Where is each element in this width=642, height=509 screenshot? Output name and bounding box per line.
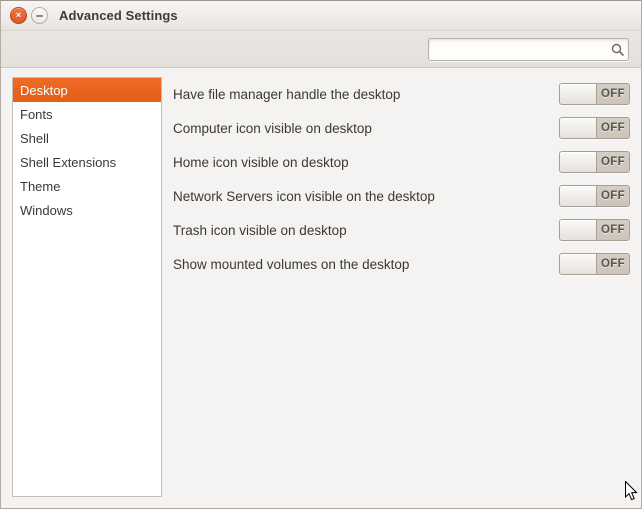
setting-row: Computer icon visible on desktop OFF xyxy=(173,111,630,145)
close-icon[interactable]: × xyxy=(10,7,27,24)
toggle-knob xyxy=(560,152,597,172)
minimize-glyph xyxy=(36,14,43,17)
setting-row: Show mounted volumes on the desktop OFF xyxy=(173,247,630,281)
toggle-switch[interactable]: OFF xyxy=(559,151,630,173)
setting-row: Home icon visible on desktop OFF xyxy=(173,145,630,179)
setting-label: Computer icon visible on desktop xyxy=(173,120,372,136)
search-box[interactable] xyxy=(428,37,629,61)
setting-row: Network Servers icon visible on the desk… xyxy=(173,179,630,213)
toggle-switch[interactable]: OFF xyxy=(559,253,630,275)
sidebar-item-label: Desktop xyxy=(20,82,68,98)
setting-label: Have file manager handle the desktop xyxy=(173,86,401,102)
setting-label: Home icon visible on desktop xyxy=(173,154,349,170)
toggle-state-label: OFF xyxy=(597,118,629,138)
toggle-knob xyxy=(560,186,597,206)
sidebar-item-label: Fonts xyxy=(20,106,53,122)
search-icon[interactable] xyxy=(606,39,628,60)
toggle-switch[interactable]: OFF xyxy=(559,219,630,241)
setting-row: Have file manager handle the desktop OFF xyxy=(173,77,630,111)
window-title: Advanced Settings xyxy=(59,8,178,23)
sidebar-item-label: Theme xyxy=(20,178,61,194)
setting-label: Trash icon visible on desktop xyxy=(173,222,347,238)
toggle-state-label: OFF xyxy=(597,84,629,104)
toggle-knob xyxy=(560,84,597,104)
sidebar-item-label: Shell xyxy=(20,130,49,146)
toggle-switch[interactable]: OFF xyxy=(559,117,630,139)
toggle-switch[interactable]: OFF xyxy=(559,185,630,207)
toggle-knob xyxy=(560,254,597,274)
sidebar-item-label: Windows xyxy=(20,202,73,218)
toggle-knob xyxy=(560,118,597,138)
sidebar-item-label: Shell Extensions xyxy=(20,154,117,170)
toolbar xyxy=(1,31,641,68)
minimize-icon[interactable] xyxy=(31,7,48,24)
settings-content: Have file manager handle the desktop OFF C… xyxy=(162,77,630,497)
close-glyph: × xyxy=(15,10,22,20)
setting-label: Show mounted volumes on the desktop xyxy=(173,256,410,272)
sidebar-item-theme[interactable]: Theme xyxy=(13,174,161,198)
category-sidebar: Desktop Fonts Shell Shell Extensions Theme Wi… xyxy=(12,77,162,497)
toggle-state-label: OFF xyxy=(597,220,629,240)
sidebar-item-shell[interactable]: Shell xyxy=(13,126,161,150)
sidebar-item-desktop[interactable]: Desktop xyxy=(13,78,161,102)
toggle-state-label: OFF xyxy=(597,186,629,206)
window-controls: × xyxy=(10,7,48,24)
search-input[interactable] xyxy=(429,38,606,60)
toggle-state-label: OFF xyxy=(597,254,629,274)
window-body: Desktop Fonts Shell Shell Extensions Theme Wi… xyxy=(1,68,641,508)
title-bar: × Advanced Settings xyxy=(1,1,641,31)
advanced-settings-window: × Advanced Settings Desktop Fonts Shell She… xyxy=(0,0,642,509)
sidebar-item-windows[interactable]: Windows xyxy=(13,198,161,222)
sidebar-item-shell-extensions[interactable]: Shell Extensions xyxy=(13,150,161,174)
setting-row: Trash icon visible on desktop OFF xyxy=(173,213,630,247)
toggle-switch[interactable]: OFF xyxy=(559,83,630,105)
toggle-state-label: OFF xyxy=(597,152,629,172)
toggle-knob xyxy=(560,220,597,240)
setting-label: Network Servers icon visible on the desk… xyxy=(173,188,435,204)
sidebar-item-fonts[interactable]: Fonts xyxy=(13,102,161,126)
